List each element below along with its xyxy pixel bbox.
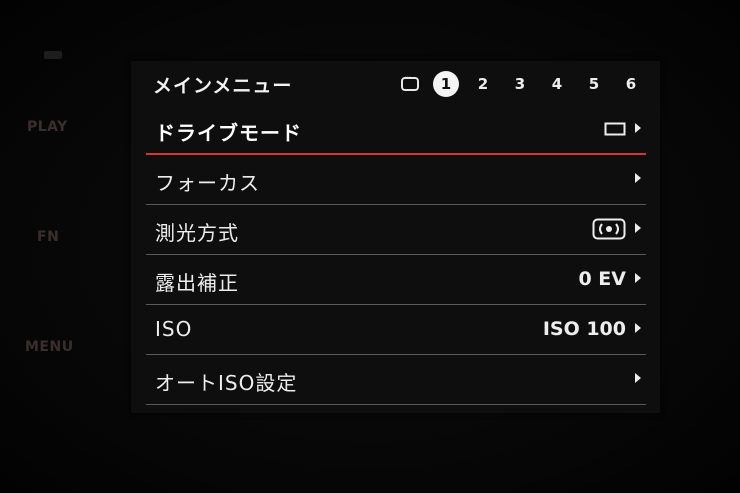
menu-item-label: ISO bbox=[155, 317, 193, 341]
fn-button[interactable]: FN bbox=[37, 229, 59, 245]
page-tabs: 1 2 3 4 5 6 bbox=[401, 71, 644, 97]
speech-bubble-icon[interactable] bbox=[401, 73, 419, 91]
menu-button[interactable]: MENU bbox=[25, 339, 74, 355]
chevron-right-icon bbox=[635, 123, 641, 133]
menu-header: メインメニュー 1 2 3 4 5 6 bbox=[131, 61, 660, 105]
menu-item-iso[interactable]: ISO ISO 100 bbox=[146, 305, 646, 355]
lcd-screen: メインメニュー 1 2 3 4 5 6 ドライブモード bbox=[131, 61, 660, 413]
menu-item-value: ISO 100 bbox=[542, 318, 626, 340]
menu-item-label: オートISO設定 bbox=[155, 371, 298, 395]
menu-item-auto-iso[interactable]: オートISO設定 bbox=[146, 355, 646, 405]
menu-title: メインメニュー bbox=[153, 75, 293, 97]
tab-page-5[interactable]: 5 bbox=[581, 71, 607, 97]
indicator-light bbox=[44, 51, 62, 59]
menu-item-metering[interactable]: 測光方式 bbox=[146, 205, 646, 255]
tab-page-4[interactable]: 4 bbox=[544, 71, 570, 97]
chevron-right-icon bbox=[635, 323, 641, 333]
menu-item-label: 測光方式 bbox=[155, 221, 239, 245]
tab-page-1[interactable]: 1 bbox=[433, 71, 459, 97]
menu-item-label: フォーカス bbox=[155, 171, 260, 195]
center-weighted-metering-icon bbox=[592, 218, 626, 240]
single-frame-icon bbox=[604, 118, 626, 140]
camera-body: PLAY FN MENU メインメニュー 1 2 3 4 5 6 ドライブモード bbox=[0, 0, 740, 493]
menu-item-drive-mode[interactable]: ドライブモード bbox=[146, 105, 646, 155]
menu-item-value: 0 EV bbox=[578, 268, 626, 290]
play-button[interactable]: PLAY bbox=[27, 119, 68, 135]
chevron-right-icon bbox=[635, 173, 641, 183]
tab-page-3[interactable]: 3 bbox=[507, 71, 533, 97]
menu-item-exposure-comp[interactable]: 露出補正 0 EV bbox=[146, 255, 646, 305]
menu-item-focus[interactable]: フォーカス bbox=[146, 155, 646, 205]
chevron-right-icon bbox=[635, 373, 641, 383]
tab-page-6[interactable]: 6 bbox=[618, 71, 644, 97]
menu-list: ドライブモード フォーカス 測光方式 露出補正 0 EV ISO ISO 100… bbox=[146, 105, 646, 405]
menu-item-label: 露出補正 bbox=[155, 271, 239, 295]
chevron-right-icon bbox=[635, 223, 641, 233]
menu-item-label: ドライブモード bbox=[155, 121, 302, 145]
tab-page-2[interactable]: 2 bbox=[470, 71, 496, 97]
chevron-right-icon bbox=[635, 273, 641, 283]
